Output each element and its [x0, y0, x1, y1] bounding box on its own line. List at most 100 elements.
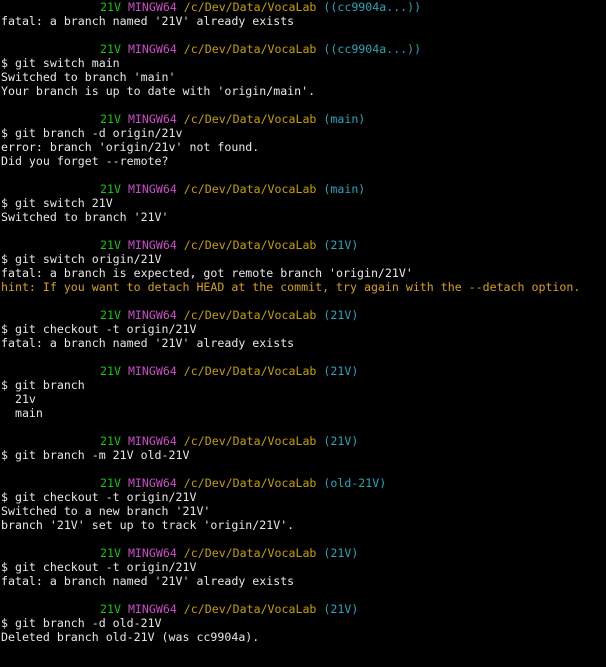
prompt-branch: ((cc9904a...)) [323, 42, 422, 56]
output-text: Switched to branch '21V' [1, 210, 169, 224]
output-text: Switched to a new branch '21V' [1, 504, 211, 518]
output-text: Your branch is up to date with 'origin/m… [1, 84, 316, 98]
prompt-host: 21V [100, 182, 121, 196]
command-line: $ git switch 21V [0, 196, 606, 210]
prompt-line: 21V MINGW64 /c/Dev/Data/VocaLab (main) [0, 112, 606, 126]
prompt-msystem: MINGW64 [127, 308, 177, 322]
output-line: Did you forget --remote? [0, 154, 606, 168]
prompt-line: 21V MINGW64 /c/Dev/Data/VocaLab (21V) [0, 238, 606, 252]
prompt-branch: ((cc9904a...)) [323, 0, 422, 14]
command-text: $ git switch 21V [1, 196, 113, 210]
prompt-host: 21V [100, 308, 121, 322]
prompt-path: /c/Dev/Data/VocaLab [183, 546, 317, 560]
output-line: fatal: a branch is expected, got remote … [0, 266, 606, 280]
output-line: main [0, 406, 606, 420]
prompt-msystem: MINGW64 [127, 602, 177, 616]
prompt-branch: (21V) [323, 602, 359, 616]
command-text: $ git switch main [1, 56, 120, 70]
output-line: branch '21V' set up to track 'origin/21V… [0, 518, 606, 532]
hint-line: hint: If you want to detach HEAD at the … [0, 280, 606, 294]
prompt-path: /c/Dev/Data/VocaLab [183, 238, 317, 252]
output-line: error: branch 'origin/21v' not found. [0, 140, 606, 154]
command-line: $ git branch -m 21V old-21V [0, 448, 606, 462]
prompt-branch: (21V) [323, 364, 359, 378]
command-line: $ git switch origin/21V [0, 252, 606, 266]
output-text: Deleted branch old-21V (was cc9904a). [1, 630, 260, 644]
output-line: Switched to branch '21V' [0, 210, 606, 224]
prompt-line: 21V MINGW64 /c/Dev/Data/VocaLab (21V) [0, 546, 606, 560]
prompt-path: /c/Dev/Data/VocaLab [183, 112, 317, 126]
prompt-msystem: MINGW64 [127, 364, 177, 378]
prompt-branch: (21V) [323, 546, 359, 560]
prompt-line: 21V MINGW64 /c/Dev/Data/VocaLab (main) [0, 182, 606, 196]
output-line: Switched to a new branch '21V' [0, 504, 606, 518]
prompt-line: 21V MINGW64 /c/Dev/Data/VocaLab ((cc9904… [0, 42, 606, 56]
command-line: $ git checkout -t origin/21V [0, 560, 606, 574]
prompt-branch: (old-21V) [323, 476, 387, 490]
command-line: $ git branch -d origin/21v [0, 126, 606, 140]
command-text: $ git checkout -t origin/21V [1, 560, 197, 574]
command-line: $ git branch -d old-21V [0, 616, 606, 630]
prompt-msystem: MINGW64 [127, 0, 177, 14]
prompt-branch: (main) [323, 182, 366, 196]
output-text: Switched to branch 'main' [1, 70, 176, 84]
output-text: fatal: a branch named '21V' already exis… [1, 336, 295, 350]
output-line: fatal: a branch named '21V' already exis… [0, 336, 606, 350]
command-text: $ git branch -d origin/21v [1, 126, 183, 140]
hint-text: hint: If you want to detach HEAD at the … [1, 280, 581, 294]
prompt-branch: (main) [323, 112, 366, 126]
output-text: Did you forget --remote? [1, 154, 169, 168]
prompt-msystem: MINGW64 [127, 238, 177, 252]
prompt-line: 21V MINGW64 /c/Dev/Data/VocaLab (21V) [0, 434, 606, 448]
prompt-host: 21V [100, 476, 121, 490]
prompt-host: 21V [100, 546, 121, 560]
prompt-host: 21V [100, 0, 121, 14]
prompt-path: /c/Dev/Data/VocaLab [183, 364, 317, 378]
prompt-msystem: MINGW64 [127, 182, 177, 196]
command-line: $ git switch main [0, 56, 606, 70]
output-text: error: branch 'origin/21v' not found. [1, 140, 260, 154]
prompt-path: /c/Dev/Data/VocaLab [183, 434, 317, 448]
prompt-branch: (21V) [323, 308, 359, 322]
prompt-branch: (21V) [323, 238, 359, 252]
output-line: fatal: a branch named '21V' already exis… [0, 574, 606, 588]
prompt-host: 21V [100, 112, 121, 126]
command-line: $ git checkout -t origin/21V [0, 490, 606, 504]
command-text: $ git switch origin/21V [1, 252, 162, 266]
output-line: 21v [0, 392, 606, 406]
prompt-msystem: MINGW64 [127, 546, 177, 560]
output-text: main [1, 406, 43, 420]
prompt-host: 21V [100, 238, 121, 252]
prompt-line: 21V MINGW64 /c/Dev/Data/VocaLab (old-21V… [0, 476, 606, 490]
command-text: $ git branch -m 21V old-21V [1, 448, 190, 462]
command-line: $ git branch [0, 378, 606, 392]
terminal-output[interactable]: 21V MINGW64 /c/Dev/Data/VocaLab ((cc9904… [0, 0, 606, 667]
prompt-msystem: MINGW64 [127, 42, 177, 56]
output-line: Switched to branch 'main' [0, 70, 606, 84]
prompt-host: 21V [100, 602, 121, 616]
prompt-line: 21V MINGW64 /c/Dev/Data/VocaLab (21V) [0, 364, 606, 378]
command-text: $ git branch -d old-21V [1, 616, 162, 630]
prompt-path: /c/Dev/Data/VocaLab [183, 602, 317, 616]
prompt-path: /c/Dev/Data/VocaLab [183, 182, 317, 196]
output-line: Deleted branch old-21V (was cc9904a). [0, 630, 606, 644]
output-text: fatal: a branch named '21V' already exis… [1, 14, 295, 28]
output-text: fatal: a branch is expected, got remote … [1, 266, 413, 280]
prompt-branch: (21V) [323, 434, 359, 448]
prompt-path: /c/Dev/Data/VocaLab [183, 308, 317, 322]
output-line: Your branch is up to date with 'origin/m… [0, 84, 606, 98]
command-text: $ git branch [1, 378, 85, 392]
prompt-path: /c/Dev/Data/VocaLab [183, 0, 317, 14]
prompt-host: 21V [100, 42, 121, 56]
command-text: $ git checkout -t origin/21V [1, 490, 197, 504]
prompt-msystem: MINGW64 [127, 434, 177, 448]
